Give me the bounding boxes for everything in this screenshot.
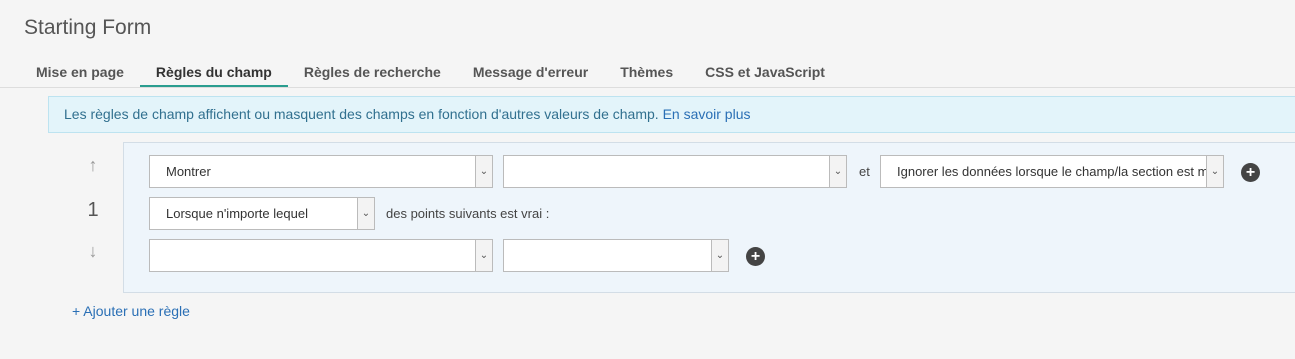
add-criteria-icon[interactable]: + — [746, 247, 765, 266]
condition-select[interactable]: Lorsque n'importe lequel ⌄ — [149, 197, 375, 230]
rule-card: Montrer ⌄ ⌄ et Ignorer les données lorsq… — [123, 142, 1295, 293]
learn-more-link[interactable]: En savoir plus — [663, 106, 751, 122]
and-label: et — [859, 164, 870, 179]
tab-bar: Mise en page Règles du champ Règles de r… — [20, 60, 841, 88]
action-select-value: Montrer — [166, 164, 211, 179]
target-field-select[interactable]: ⌄ — [503, 155, 847, 188]
tab-field-rules[interactable]: Règles du champ — [139, 60, 288, 88]
condition-text: des points suivants est vrai : — [386, 206, 550, 221]
page-title: Starting Form — [24, 16, 152, 39]
add-rule-link[interactable]: + Ajouter une règle — [72, 303, 190, 319]
tab-layout[interactable]: Mise en page — [20, 60, 140, 88]
tab-divider — [0, 87, 1295, 88]
chevron-down-icon: ⌄ — [475, 240, 492, 271]
rule-number: 1 — [87, 199, 99, 221]
tab-error-message[interactable]: Message d'erreur — [457, 60, 604, 88]
chevron-down-icon: ⌄ — [711, 240, 728, 271]
move-down-icon[interactable]: ↓ — [76, 242, 110, 264]
hidden-data-select[interactable]: Ignorer les données lorsque le champ/la … — [880, 155, 1224, 188]
rule-order-controls: ↑ 1 ↓ — [76, 156, 110, 280]
chevron-down-icon: ⌄ — [357, 198, 374, 229]
action-select[interactable]: Montrer ⌄ — [149, 155, 493, 188]
info-text: Les règles de champ affichent ou masquen… — [64, 106, 659, 122]
info-banner: Les règles de champ affichent ou masquen… — [48, 96, 1295, 133]
chevron-down-icon: ⌄ — [829, 156, 846, 187]
add-action-icon[interactable]: + — [1241, 163, 1260, 182]
tab-search-rules[interactable]: Règles de recherche — [288, 60, 457, 88]
tab-themes[interactable]: Thèmes — [604, 60, 689, 88]
chevron-down-icon: ⌄ — [1206, 156, 1223, 187]
chevron-down-icon: ⌄ — [475, 156, 492, 187]
criteria-value-select[interactable]: ⌄ — [503, 239, 729, 272]
move-up-icon[interactable]: ↑ — [76, 156, 110, 178]
tab-css-javascript[interactable]: CSS et JavaScript — [689, 60, 841, 88]
condition-select-value: Lorsque n'importe lequel — [166, 206, 308, 221]
hidden-data-select-value: Ignorer les données lorsque le champ/la … — [897, 164, 1223, 179]
criteria-field-select[interactable]: ⌄ — [149, 239, 493, 272]
